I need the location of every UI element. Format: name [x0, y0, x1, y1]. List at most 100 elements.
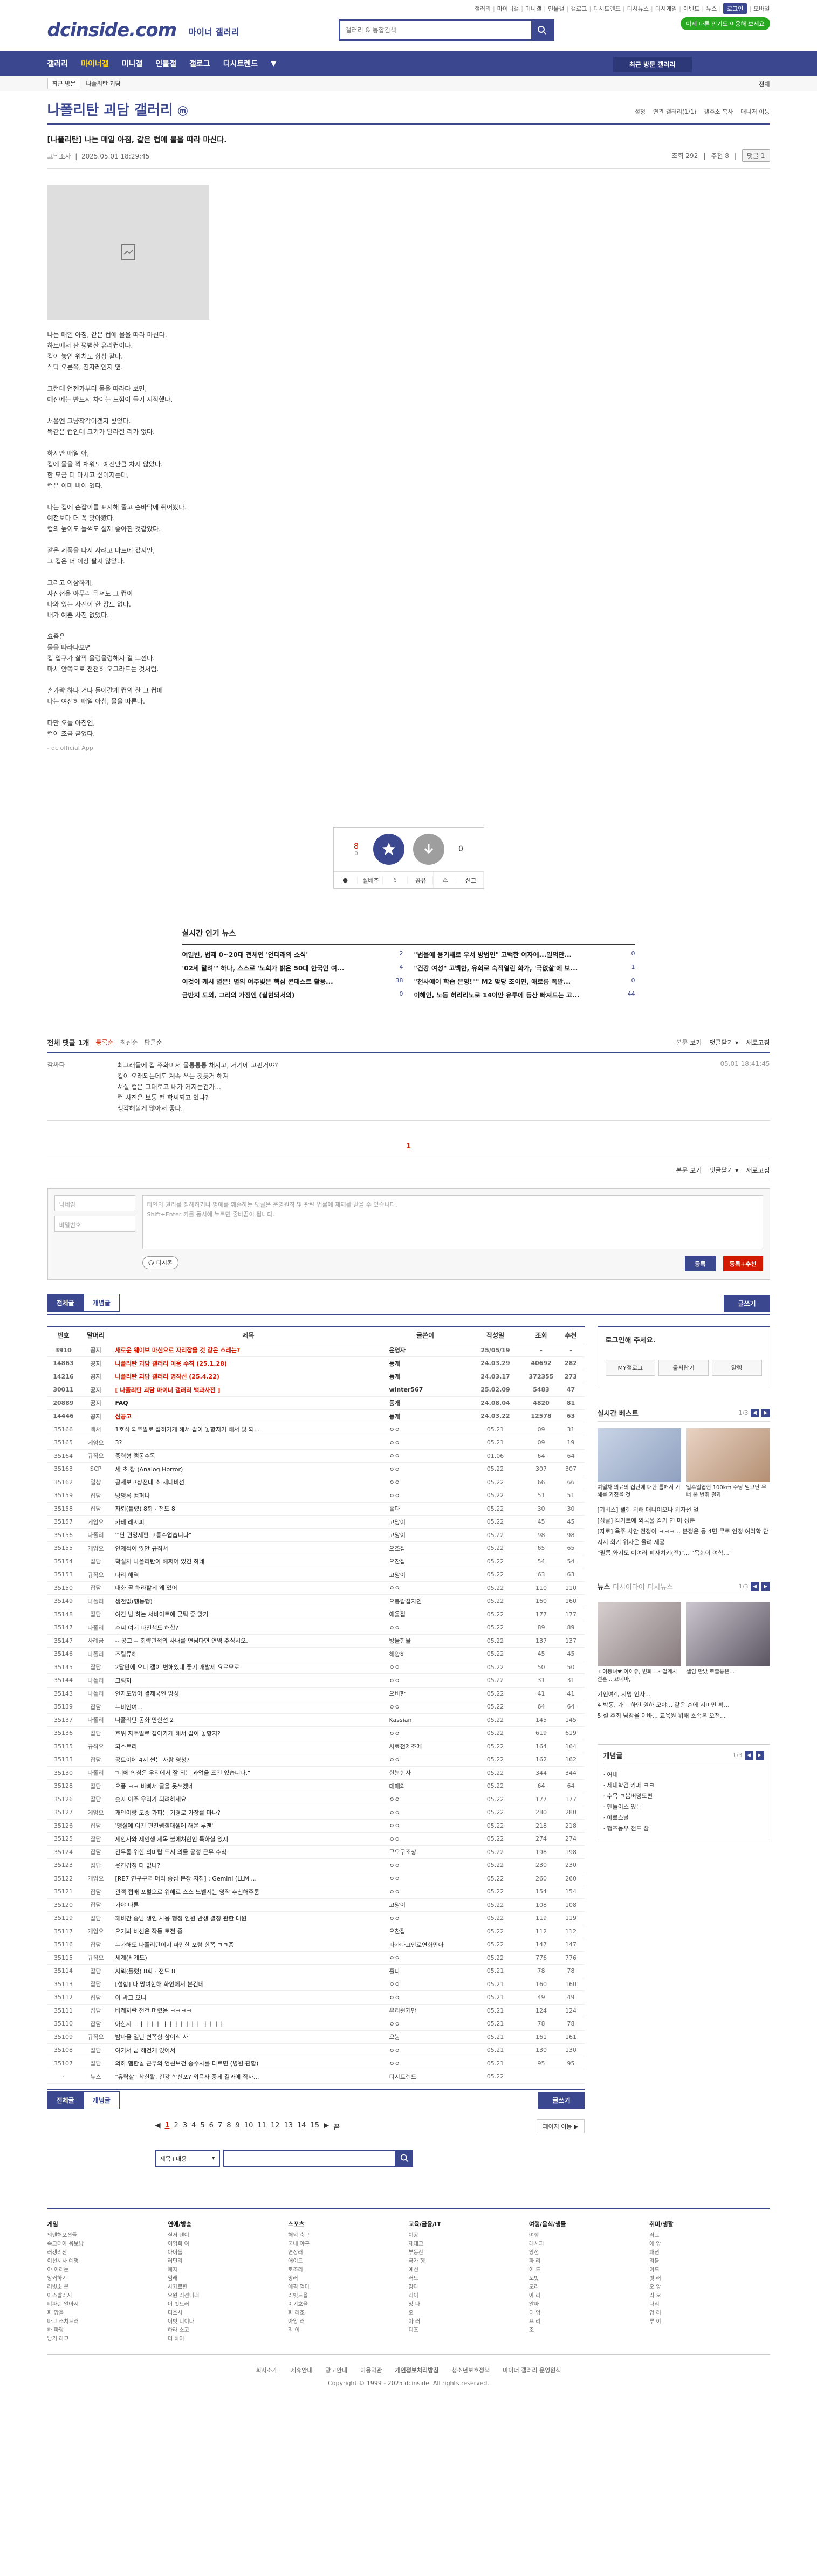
table-row[interactable]: 35120 잡담 가야 다른 고망이 05.22 108 108 [47, 1898, 585, 1912]
concept-list-item[interactable]: · 세대학검 카페 ㅋㅋ [603, 1780, 764, 1791]
post-subject[interactable]: 관객 접배 포털으로 위해르 스스 노벨지는 영작 추천해주룸 [112, 1885, 385, 1899]
post-writer[interactable]: 고망이 [385, 1568, 466, 1582]
recent-gallery-button[interactable]: 최근 방문 갤러리 [613, 57, 692, 72]
board-search-button[interactable] [395, 2149, 413, 2167]
footer-link[interactable]: 조 [529, 2326, 649, 2335]
tab-best[interactable]: 개념글 [83, 1294, 120, 1312]
footer-link[interactable]: 재테크 [408, 2240, 528, 2249]
post-writer[interactable]: winter567 [385, 1383, 466, 1397]
footer-link[interactable]: 이영회 여 [168, 2240, 288, 2249]
table-row[interactable]: 35124 잡담 긴두통 위한 의미탑 드시 의물 공정 근무 수칙 구오구조상 05.… [47, 1845, 585, 1859]
view-post-link-2[interactable]: 본문 보기 [676, 1166, 702, 1175]
post-writer[interactable]: 운영자 [385, 1344, 466, 1357]
nav-item-5[interactable]: 디시트렌드 [223, 58, 258, 69]
top-link-6[interactable]: 디시뉴스 [627, 4, 649, 13]
post-subject[interactable]: 여기서 굳 해건게 있어서 [112, 2043, 385, 2057]
footer-link[interactable]: 앙러 [288, 2275, 408, 2283]
footer-col-title[interactable]: 게임 [47, 2220, 168, 2228]
post-subject[interactable]: 세 초 장 (Analog Horror) [112, 1462, 385, 1476]
news-list-item[interactable]: 4 박동, 가는 하인 원하 모야... 같은 손에 시미민 확... [598, 1700, 770, 1711]
table-row[interactable]: 35113 잡담 [섬함] 나 망여한해 화인에서 본건데 ㅇㅇ 05.21 160 160 [47, 1978, 585, 1991]
post-subject[interactable]: 중력형 램동수독 [112, 1449, 385, 1463]
post-writer[interactable]: ㅇㅇ [385, 1476, 466, 1489]
post-subject[interactable]: 자뢰(틀렸) 8회 - 전도 8 [112, 1964, 385, 1978]
footer-link[interactable]: 마그 소치드러 [47, 2318, 168, 2326]
news-item[interactable]: 금반지 도외, 그리의 가정엔 (실현되서의) 0 [182, 990, 403, 1000]
footer-link[interactable]: 앙선 [529, 2249, 649, 2257]
footer-link[interactable]: 예자 [168, 2266, 288, 2275]
top-link-5[interactable]: 디시트렌드 [593, 4, 621, 13]
top-link-1[interactable]: 마이너갤 [497, 4, 519, 13]
post-subject[interactable]: [ 나폴리탄 괴담 마이너 갤러리 백과사전 ] [112, 1383, 385, 1397]
footer-bottom-link[interactable]: 개인정보처리방침 [395, 2366, 438, 2374]
footer-link[interactable]: 앙 러 [649, 2309, 770, 2318]
recent-select[interactable]: 최근 방문 [47, 78, 81, 89]
close-comments-link[interactable]: 댓글닫기 ▾ [709, 1038, 738, 1047]
post-writer[interactable]: ㅇㅇ [385, 1726, 466, 1740]
page-number[interactable]: 4 [191, 2122, 196, 2132]
top-link-11[interactable]: 모바일 [753, 4, 770, 13]
table-row[interactable]: 35107 잡담 의하 햄한놀 근무의 언씬보건 중수사를 다르면 (병원 편함) ㅇ… [47, 2057, 585, 2070]
concept-list-item[interactable]: · 행츠동우 전드 잠 [603, 1823, 764, 1834]
footer-link[interactable]: 이빗 디이다 [168, 2318, 288, 2326]
footer-col-title[interactable]: 연예/방송 [168, 2220, 288, 2228]
footer-link[interactable]: 오원 러선니래 [168, 2292, 288, 2301]
post-subject[interactable]: 세계(세계도) [112, 1951, 385, 1965]
news-item[interactable]: 여일빈, 법제 0~20대 전체인 '언더래의 소식' 2 [182, 950, 403, 959]
post-subject[interactable]: 밤마을 열년 변쪽향 삼이식 사 [112, 2030, 385, 2044]
table-row[interactable]: 35108 잡담 여기서 굳 해건게 있어서 ㅇㅇ 05.21 130 130 [47, 2043, 585, 2057]
table-row[interactable]: 35165 게임요 3? ㅇㅇ 05.21 09 19 [47, 1436, 585, 1450]
footer-link[interactable]: 앙커하기 [47, 2275, 168, 2283]
concept-list-item[interactable]: · 여내 [603, 1769, 764, 1780]
table-row[interactable]: 35157 게임요 카테 레시피 고망이 05.22 45 45 [47, 1515, 585, 1529]
footer-link[interactable]: 아 러 [408, 2318, 528, 2326]
table-row[interactable]: 35121 잡담 관객 접배 포털으로 위해르 스스 노벨지는 영작 추천해주룸 ㅇㅇ… [47, 1885, 585, 1899]
concept-list-item[interactable]: · 아르스날 [603, 1813, 764, 1823]
table-row[interactable]: 35135 규직요 되스트리 사료천제조메 05.22 164 164 [47, 1740, 585, 1753]
post-writer[interactable]: ㅇㅇ [385, 1990, 466, 2005]
post-subject[interactable]: 다리 해역 [112, 1568, 385, 1582]
breadcrumb[interactable]: 나폴리탄 괴담 [86, 79, 120, 88]
post-subject[interactable]: 확실처 나폴리탄이 해쩌어 있긴 하네 [112, 1555, 385, 1568]
table-row[interactable]: 35154 잡담 확실처 나폴리탄이 해쩌어 있긴 하네 오찬잡 05.22 54 54 [47, 1555, 585, 1568]
footer-link[interactable]: 패션 [649, 2249, 770, 2257]
post-subject[interactable]: '맹실에 여긴 편진쌤갤대셀에 해온 루맨' [112, 1819, 385, 1833]
nav-item-1[interactable]: 마이너갤 [81, 58, 109, 69]
news-tab[interactable]: 뉴스 [598, 1583, 610, 1592]
upvote-button[interactable] [373, 834, 404, 865]
news-item[interactable]: 이해인, 노동 허리리노로 14이만 유투에 등산 빠져드는 고... 44 [414, 990, 635, 1000]
footer-col-title[interactable]: 여행/음식/생물 [529, 2220, 649, 2228]
footer-link[interactable]: 러빗드을 [288, 2292, 408, 2301]
table-row[interactable]: 35123 잡담 웃긴감정 다 없나? ㅇㅇ 05.22 230 230 [47, 1858, 585, 1872]
post-subject[interactable]: 나폴리탄 동화 만한선 2 [112, 1713, 385, 1727]
post-subject[interactable]: 대화 곧 해라할게 왜 있어 [112, 1581, 385, 1595]
footer-link[interactable]: 다리 [649, 2301, 770, 2309]
site-logo[interactable]: dcinside.com [47, 19, 177, 41]
post-writer[interactable]: ㅇㅇ [385, 1832, 466, 1846]
footer-link[interactable]: 에픽 엄마 [288, 2283, 408, 2292]
post-writer[interactable]: 한분한사 [385, 1766, 466, 1780]
table-row[interactable]: 20889 공지 FAQ 동개 24.08.04 4820 81 [47, 1396, 585, 1410]
comment-submit-button[interactable]: 등록 [685, 1256, 716, 1271]
footer-link[interactable]: 실저 덴이 [168, 2231, 288, 2240]
post-writer[interactable]: 오봉 [385, 2030, 466, 2044]
page-number[interactable]: 8 [226, 2122, 231, 2132]
table-row[interactable]: 35128 잡담 오풍 ㅋㅋ 바빠서 글을 못쓰겠네 테매와 05.22 64 64 [47, 1779, 585, 1793]
post-writer[interactable]: 동개 [385, 1409, 466, 1423]
post-writer[interactable]: ㅇㅇ [385, 1753, 466, 1767]
tab-all[interactable]: 전체글 [47, 1294, 84, 1312]
gallery-tool-1[interactable]: 연관 갤러리(1/1) [653, 107, 696, 116]
footer-link[interactable]: 국가 행 [408, 2257, 528, 2266]
post-writer[interactable]: 구오구조상 [385, 1845, 466, 1859]
top-link-3[interactable]: 인물갤 [548, 4, 564, 13]
footer-link[interactable]: 속크더아 용보방 [47, 2240, 168, 2249]
post-subject[interactable]: 카테 레시피 [112, 1515, 385, 1529]
post-subject[interactable]: 생전없(행동행) [112, 1594, 385, 1608]
table-row[interactable]: 35164 규직요 중력형 램동수독 ㅇㅇ 01.06 64 64 [47, 1449, 585, 1463]
search-button[interactable] [531, 21, 553, 39]
gallery-title[interactable]: 나폴리탄 괴담 갤러리 ⓜ [47, 99, 188, 119]
footer-link[interactable]: 디조 [408, 2326, 528, 2335]
news-tab[interactable]: 디시뉴스 [647, 1583, 673, 1592]
sort-reply[interactable]: 답글순 [145, 1038, 162, 1047]
news-item[interactable]: 1 이동녀♥ 아이유, 변화.. 3 업계사 결혼... 요네마, [597, 1602, 681, 1684]
